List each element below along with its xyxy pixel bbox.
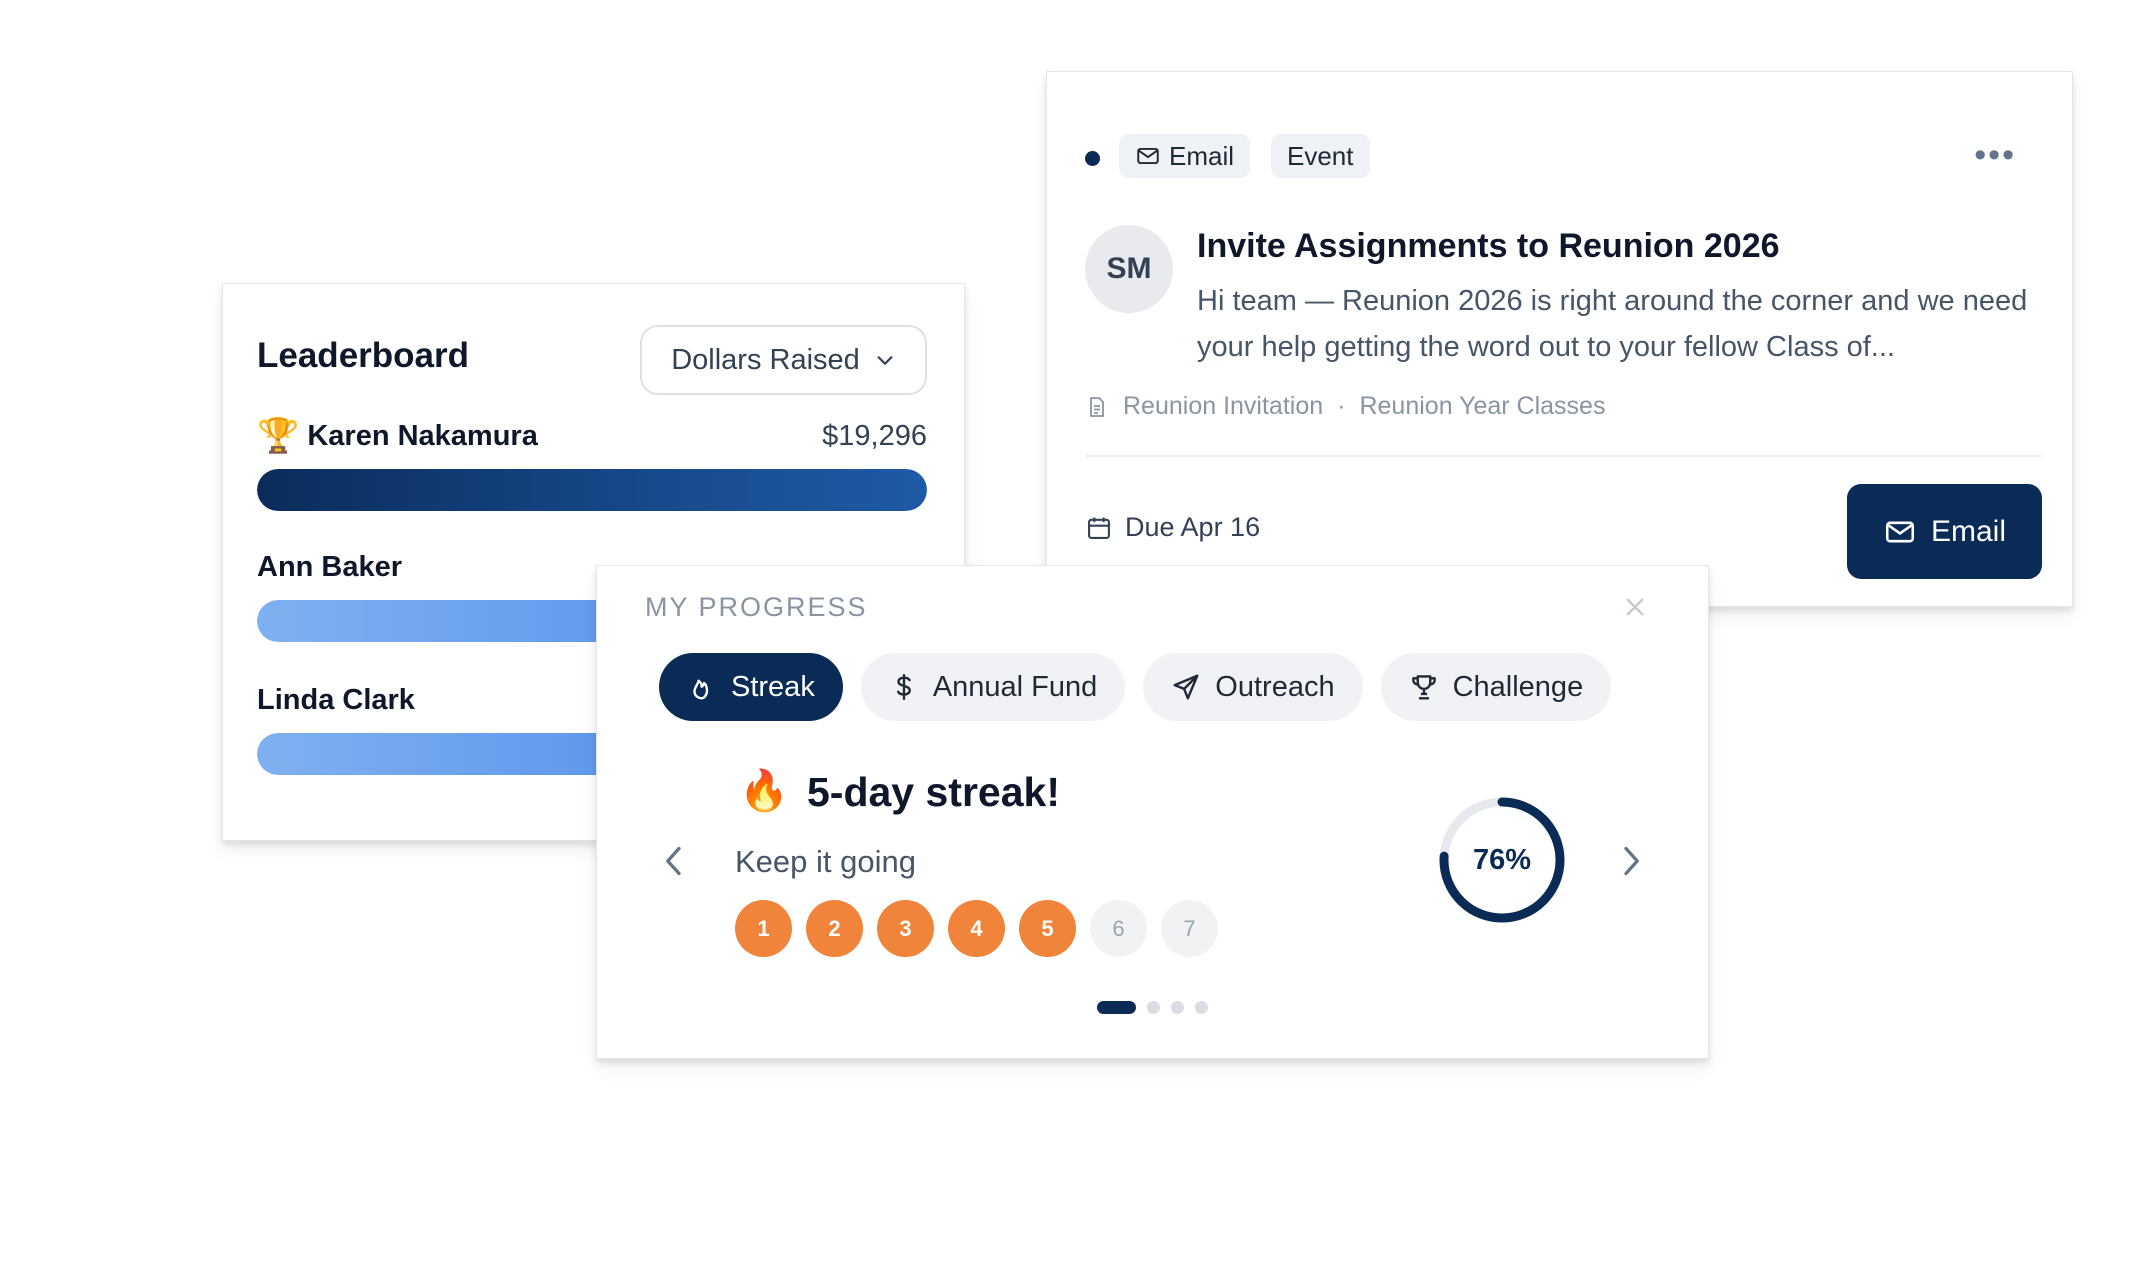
streak-day: 3 [877,900,934,957]
streak-day: 5 [1019,900,1076,957]
send-icon [1173,674,1199,700]
section-eyebrow: MY PROGRESS [645,592,868,622]
streak-title: 5-day streak! [807,769,1060,815]
avatar: SM [1085,225,1173,313]
tab-label: Streak [731,670,815,703]
pager-dot[interactable] [1195,1001,1208,1014]
metric-select-label: Dollars Raised [671,343,860,376]
tab-outreach[interactable]: Outreach [1143,653,1363,721]
close-icon[interactable] [1624,596,1646,618]
metric-select[interactable]: Dollars Raised [640,325,927,395]
task-meta: Reunion Invitation · Reunion Year Classe… [1085,392,1605,421]
mail-icon [1137,147,1159,165]
progress-percent: 76% [1472,843,1532,876]
tab-annual-fund[interactable]: Annual Fund [860,653,1126,721]
mail-icon [1885,521,1915,542]
streak-day: 6 [1090,900,1147,957]
due-date-label: Due Apr 16 [1125,512,1261,542]
tab-label: Outreach [1215,670,1335,703]
progress-tabs: Streak Annual Fund Outreach Challenge [659,653,1612,721]
due-date: Due Apr 16 [1085,512,1260,543]
tab-label: Challenge [1452,670,1584,703]
streak-days: 1234567 [735,900,1218,957]
trophy-icon: 🏆 [257,417,300,455]
progress-bar [257,469,927,511]
dollar-icon [896,673,911,701]
document-icon [1090,396,1104,417]
pager-dot[interactable] [1097,1001,1136,1014]
streak-day: 1 [735,900,792,957]
progress-bar-fill [257,469,927,511]
chevron-left-icon[interactable] [659,841,689,881]
pager-dot[interactable] [1171,1001,1184,1014]
chevron-down-icon [877,356,893,365]
tag-label: Event [1287,140,1354,171]
leader-amount: $19,296 [822,420,927,452]
leaderboard-title: Leaderboard [257,336,469,375]
template-name: Reunion Invitation [1123,392,1324,420]
calendar-icon [1088,517,1110,539]
meta-separator: · [1337,392,1346,420]
email-button[interactable]: Email [1847,484,2042,579]
tag-email: Email [1119,134,1251,178]
audience-name: Reunion Year Classes [1359,392,1606,420]
divider [1085,455,2042,457]
stage: Leaderboard Dollars Raised 🏆 Karen Nakam… [0,0,2140,1284]
chevron-right-icon[interactable] [1616,841,1646,881]
trophy-icon [1411,675,1436,700]
my-progress-card: MY PROGRESS Streak Annual Fund Outreach … [596,565,1709,1059]
flame-icon [693,679,709,700]
leader-name: Linda Clark [257,683,415,716]
leader-name: Ann Baker [257,550,403,583]
task-card[interactable]: Email Event ••• SM Invite Assignments to… [1046,71,2073,607]
streak-subtitle: Keep it going [735,844,916,879]
task-title[interactable]: Invite Assignments to Reunion 2026 [1197,227,1780,266]
streak-day: 7 [1161,900,1218,957]
tag-label: Email [1169,140,1235,171]
tab-label: Annual Fund [932,670,1098,703]
leaderboard-row: 🏆 Karen Nakamura $19,296 [257,416,927,511]
tab-streak[interactable]: Streak [659,653,843,721]
carousel-pager [1097,1001,1208,1014]
tag-event: Event [1271,134,1370,178]
fire-icon: 🔥 [739,769,789,813]
email-button-label: Email [1930,514,2006,548]
more-options-button[interactable]: ••• [1974,138,2016,172]
task-preview: Hi team — Reunion 2026 is right around t… [1197,285,2028,363]
pager-dot[interactable] [1147,1001,1160,1014]
unread-indicator [1085,151,1100,166]
progress-bar-fill [257,733,626,775]
tab-challenge[interactable]: Challenge [1380,653,1612,721]
streak-day: 4 [948,900,1005,957]
streak-day: 2 [806,900,863,957]
leader-name: Karen Nakamura [307,419,538,452]
